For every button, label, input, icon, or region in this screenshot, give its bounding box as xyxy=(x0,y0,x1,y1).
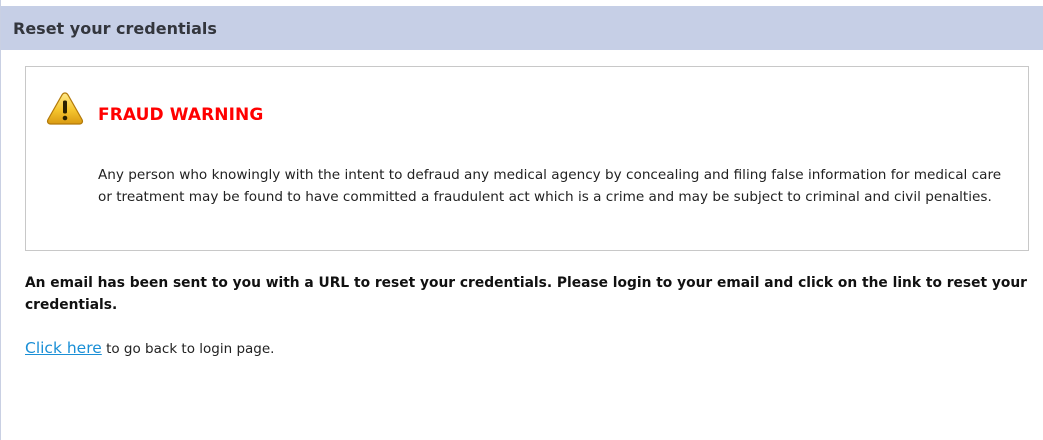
back-to-login-line: Click here to go back to login page. xyxy=(25,338,274,359)
click-here-link[interactable]: Click here xyxy=(25,339,102,357)
warning-triangle-icon-graphic xyxy=(46,92,84,125)
fraud-warning-box: FRAUD WARNING Any person who knowingly w… xyxy=(25,66,1029,251)
page-title: Reset your credentials xyxy=(13,18,217,38)
fraud-warning-text: Any person who knowingly with the intent… xyxy=(98,167,1002,205)
fraud-warning-title: FRAUD WARNING xyxy=(98,105,264,125)
warning-triangle-icon xyxy=(46,91,84,125)
page-frame: Reset your credentials FRAUD WARNING Any… xyxy=(0,0,1043,440)
email-sent-message: An email has been sent to you with a URL… xyxy=(25,275,1027,313)
panel-header: Reset your credentials xyxy=(1,6,1043,50)
back-to-login-text: to go back to login page. xyxy=(101,341,275,357)
